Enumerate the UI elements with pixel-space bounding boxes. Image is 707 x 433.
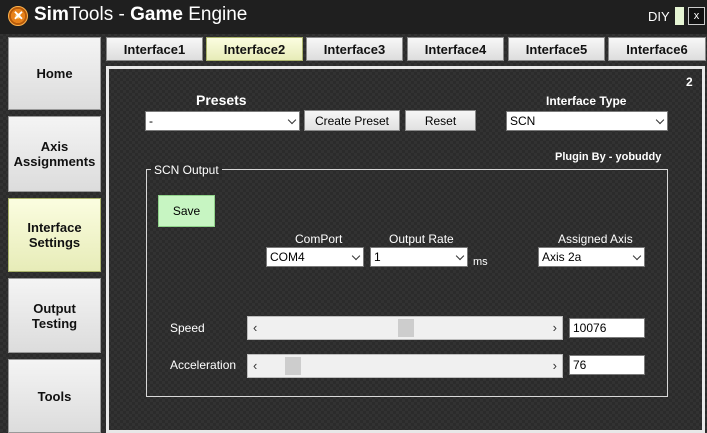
- scroll-left-icon[interactable]: ‹: [253, 320, 257, 335]
- output-rate-label: Output Rate: [389, 232, 454, 246]
- assigned-axis-label: Assigned Axis: [558, 232, 633, 246]
- acceleration-slider[interactable]: ‹ ›: [247, 354, 563, 378]
- app-title: SimTools - Game Engine: [34, 4, 248, 25]
- preset-select[interactable]: -: [145, 111, 300, 131]
- chevron-down-icon: [287, 115, 297, 125]
- reset-button[interactable]: Reset: [405, 110, 476, 131]
- acceleration-input[interactable]: 76: [569, 355, 645, 375]
- presets-label: Presets: [196, 92, 247, 108]
- speed-input[interactable]: 10076: [569, 318, 645, 338]
- slider-thumb[interactable]: [285, 357, 301, 375]
- chevron-down-icon: [455, 251, 465, 261]
- create-preset-button[interactable]: Create Preset: [304, 110, 400, 131]
- rate-unit: ms: [473, 256, 488, 268]
- assigned-axis-select[interactable]: Axis 2a: [538, 247, 645, 267]
- close-button[interactable]: x: [688, 7, 705, 25]
- mode-indicator[interactable]: [675, 7, 684, 25]
- tab-interface5[interactable]: Interface5: [508, 37, 605, 61]
- scroll-right-icon[interactable]: ›: [553, 358, 557, 373]
- tab-interface2[interactable]: Interface2: [206, 37, 303, 61]
- plugin-author: Plugin By - yobuddy: [555, 151, 662, 163]
- sidebar-item-tools[interactable]: Tools: [8, 359, 101, 433]
- sidebar-item-home[interactable]: Home: [8, 37, 101, 110]
- output-rate-select[interactable]: 1: [370, 247, 468, 267]
- speed-slider[interactable]: ‹ ›: [247, 316, 563, 340]
- comport-select[interactable]: COM4: [266, 247, 364, 267]
- save-button[interactable]: Save: [158, 195, 215, 227]
- chevron-down-icon: [655, 115, 665, 125]
- chevron-down-icon: [351, 251, 361, 261]
- speed-label: Speed: [170, 321, 205, 335]
- scroll-right-icon[interactable]: ›: [553, 320, 557, 335]
- comport-label: ComPort: [295, 232, 343, 246]
- sidebar-item-interface-settings[interactable]: Interface Settings: [8, 198, 101, 272]
- title-bar: ✕ SimTools - Game Engine DIY x: [0, 0, 707, 34]
- acceleration-label: Acceleration: [170, 358, 237, 372]
- interface-type-select[interactable]: SCN: [506, 111, 668, 131]
- group-title: SCN Output: [151, 163, 222, 177]
- sidebar-item-output-testing[interactable]: Output Testing: [8, 278, 101, 353]
- mode-label: DIY: [648, 9, 670, 24]
- chevron-down-icon: [632, 251, 642, 261]
- scroll-left-icon[interactable]: ‹: [253, 358, 257, 373]
- simtools-logo-icon: ✕: [8, 6, 28, 26]
- tab-interface4[interactable]: Interface4: [407, 37, 504, 61]
- sidebar-item-axis-assignments[interactable]: Axis Assignments: [8, 116, 101, 192]
- tab-interface1[interactable]: Interface1: [106, 37, 203, 61]
- panel-number: 2: [686, 75, 693, 89]
- tab-interface3[interactable]: Interface3: [306, 37, 403, 61]
- tab-interface6[interactable]: Interface6: [608, 37, 706, 61]
- interface-type-label: Interface Type: [546, 94, 627, 108]
- slider-thumb[interactable]: [398, 319, 414, 337]
